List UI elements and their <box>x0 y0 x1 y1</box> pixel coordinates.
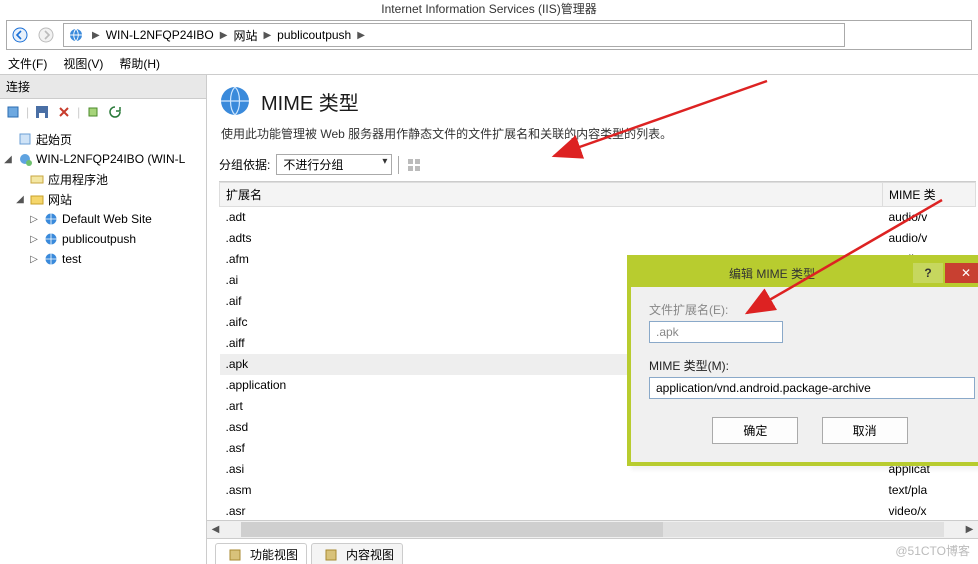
breadcrumb-search[interactable] <box>849 24 969 46</box>
refresh-icon[interactable] <box>106 103 124 121</box>
tree-node-label: 网站 <box>48 191 72 208</box>
close-button[interactable]: ✕ <box>945 263 978 283</box>
tree-node-default-site[interactable]: ▷ Default Web Site <box>2 209 204 229</box>
tab-features-view[interactable]: 功能视图 <box>215 543 307 564</box>
collapse-icon[interactable]: ◢ <box>2 154 14 165</box>
tree-node-label: publicoutpush <box>62 232 136 246</box>
menu-help[interactable]: 帮助(H) <box>119 55 160 72</box>
breadcrumb[interactable]: ▶ WIN-L2NFQP24IBO ▶ 网站 ▶ publicoutpush ▶ <box>63 23 845 47</box>
cell-extension: .adt <box>220 207 883 228</box>
help-button[interactable]: ? <box>913 263 943 283</box>
extension-label: 文件扩展名(E): <box>649 301 971 318</box>
edit-mime-type-dialog: 编辑 MIME 类型 ? ✕ 文件扩展名(E): .apk MIME 类型(M)… <box>627 255 978 466</box>
group-by-label: 分组依据: <box>219 156 270 173</box>
tree-node-sites[interactable]: ◢ 网站 <box>2 189 204 209</box>
scroll-right-icon[interactable]: ▶ <box>961 521 978 538</box>
content-icon <box>323 547 339 563</box>
breadcrumb-segment[interactable]: 网站 <box>229 27 261 44</box>
expand-icon[interactable]: ▷ <box>28 254 40 265</box>
home-icon <box>17 131 33 147</box>
column-header-extension[interactable]: 扩展名 <box>220 183 883 207</box>
menu-file[interactable]: 文件(F) <box>8 55 47 72</box>
tree-node-label: Default Web Site <box>62 212 152 226</box>
table-row[interactable]: .adtaudio/v <box>220 207 976 228</box>
tree-node-apppools[interactable]: 应用程序池 <box>2 169 204 189</box>
chevron-right-icon: ▶ <box>90 30 102 41</box>
connections-header: 连接 <box>0 75 206 99</box>
group-options-icon[interactable] <box>405 156 423 174</box>
chevron-right-icon: ▶ <box>355 30 367 41</box>
scroll-thumb[interactable] <box>241 522 663 537</box>
connections-panel: 连接 | | 起始页 ◢ WIN-L2NFQP24IBO (WIN-L <box>0 75 207 564</box>
chevron-right-icon: ▶ <box>261 30 273 41</box>
cell-mimetype: text/pla <box>883 480 976 501</box>
globe-icon <box>43 231 59 247</box>
scroll-left-icon[interactable]: ◀ <box>207 521 224 538</box>
tree-node-test[interactable]: ▷ test <box>2 249 204 269</box>
tab-label: 功能视图 <box>250 546 298 563</box>
collapse-icon[interactable]: ◢ <box>14 194 26 205</box>
expand-icon[interactable]: ▷ <box>28 234 40 245</box>
content-panel: MIME 类型 使用此功能管理被 Web 服务器用作静态文件的文件扩展名和关联的… <box>207 75 978 564</box>
scroll-track[interactable] <box>241 522 944 537</box>
globe-icon <box>43 251 59 267</box>
page-description: 使用此功能管理被 Web 服务器用作静态文件的文件扩展名和关联的内容类型的列表。 <box>207 121 978 152</box>
ok-button[interactable]: 确定 <box>712 417 798 444</box>
mime-type-input[interactable]: application/vnd.android.package-archive <box>649 377 975 399</box>
back-button[interactable] <box>7 22 33 48</box>
mime-type-label: MIME 类型(M): <box>649 357 971 374</box>
tab-label: 内容视图 <box>346 546 394 563</box>
dialog-title: 编辑 MIME 类型 <box>631 265 913 282</box>
tree-node-label: 起始页 <box>36 131 72 148</box>
extension-input: .apk <box>649 321 783 343</box>
tree-node-label: test <box>62 252 81 266</box>
tree-node-label: 应用程序池 <box>48 171 108 188</box>
table-row[interactable]: .asrvideo/x <box>220 501 976 521</box>
connections-tree: 起始页 ◢ WIN-L2NFQP24IBO (WIN-L 应用程序池 ◢ 网站 … <box>0 125 206 273</box>
window-title: Internet Information Services (IIS)管理器 <box>0 0 978 18</box>
menu-view[interactable]: 视图(V) <box>63 55 103 72</box>
cell-mimetype: audio/v <box>883 207 976 228</box>
table-row[interactable]: .adtsaudio/v <box>220 228 976 249</box>
server-icon <box>17 151 33 167</box>
page-title: MIME 类型 <box>261 87 359 116</box>
tree-node-label: WIN-L2NFQP24IBO (WIN-L <box>36 152 185 166</box>
mime-types-icon <box>219 85 251 117</box>
folder-icon <box>29 191 45 207</box>
cell-extension: .adts <box>220 228 883 249</box>
cell-mimetype: video/x <box>883 501 976 521</box>
forward-button[interactable] <box>33 22 59 48</box>
features-icon <box>227 547 243 563</box>
save-icon[interactable] <box>33 103 51 121</box>
cell-extension: .asr <box>220 501 883 521</box>
cancel-button[interactable]: 取消 <box>822 417 908 444</box>
server-icon <box>68 27 84 43</box>
tab-content-view[interactable]: 内容视图 <box>311 543 403 564</box>
breadcrumb-segment[interactable]: publicoutpush <box>273 28 355 42</box>
menu-bar: 文件(F) 视图(V) 帮助(H) <box>0 50 978 74</box>
tree-node-start[interactable]: 起始页 <box>2 129 204 149</box>
column-header-mimetype[interactable]: MIME 类 <box>883 183 976 207</box>
breadcrumb-bar: ▶ WIN-L2NFQP24IBO ▶ 网站 ▶ publicoutpush ▶ <box>6 20 972 50</box>
tree-node-publicoutpush[interactable]: ▷ publicoutpush <box>2 229 204 249</box>
watermark: @51CTO博客 <box>895 542 970 559</box>
group-by-select[interactable]: 不进行分组 <box>276 154 392 175</box>
delete-icon[interactable] <box>55 103 73 121</box>
connect-icon[interactable] <box>4 103 22 121</box>
dialog-titlebar[interactable]: 编辑 MIME 类型 ? ✕ <box>631 259 978 287</box>
cell-extension: .asm <box>220 480 883 501</box>
cell-mimetype: audio/v <box>883 228 976 249</box>
globe-icon <box>43 211 59 227</box>
breadcrumb-segment[interactable]: WIN-L2NFQP24IBO <box>102 28 218 42</box>
apppool-icon <box>29 171 45 187</box>
table-row[interactable]: .asmtext/pla <box>220 480 976 501</box>
stop-icon[interactable] <box>84 103 102 121</box>
tree-node-server[interactable]: ◢ WIN-L2NFQP24IBO (WIN-L <box>2 149 204 169</box>
expand-icon[interactable]: ▷ <box>28 214 40 225</box>
horizontal-scrollbar[interactable]: ◀ ▶ <box>207 520 978 538</box>
connections-toolbar: | | <box>0 99 206 125</box>
chevron-right-icon: ▶ <box>218 30 230 41</box>
